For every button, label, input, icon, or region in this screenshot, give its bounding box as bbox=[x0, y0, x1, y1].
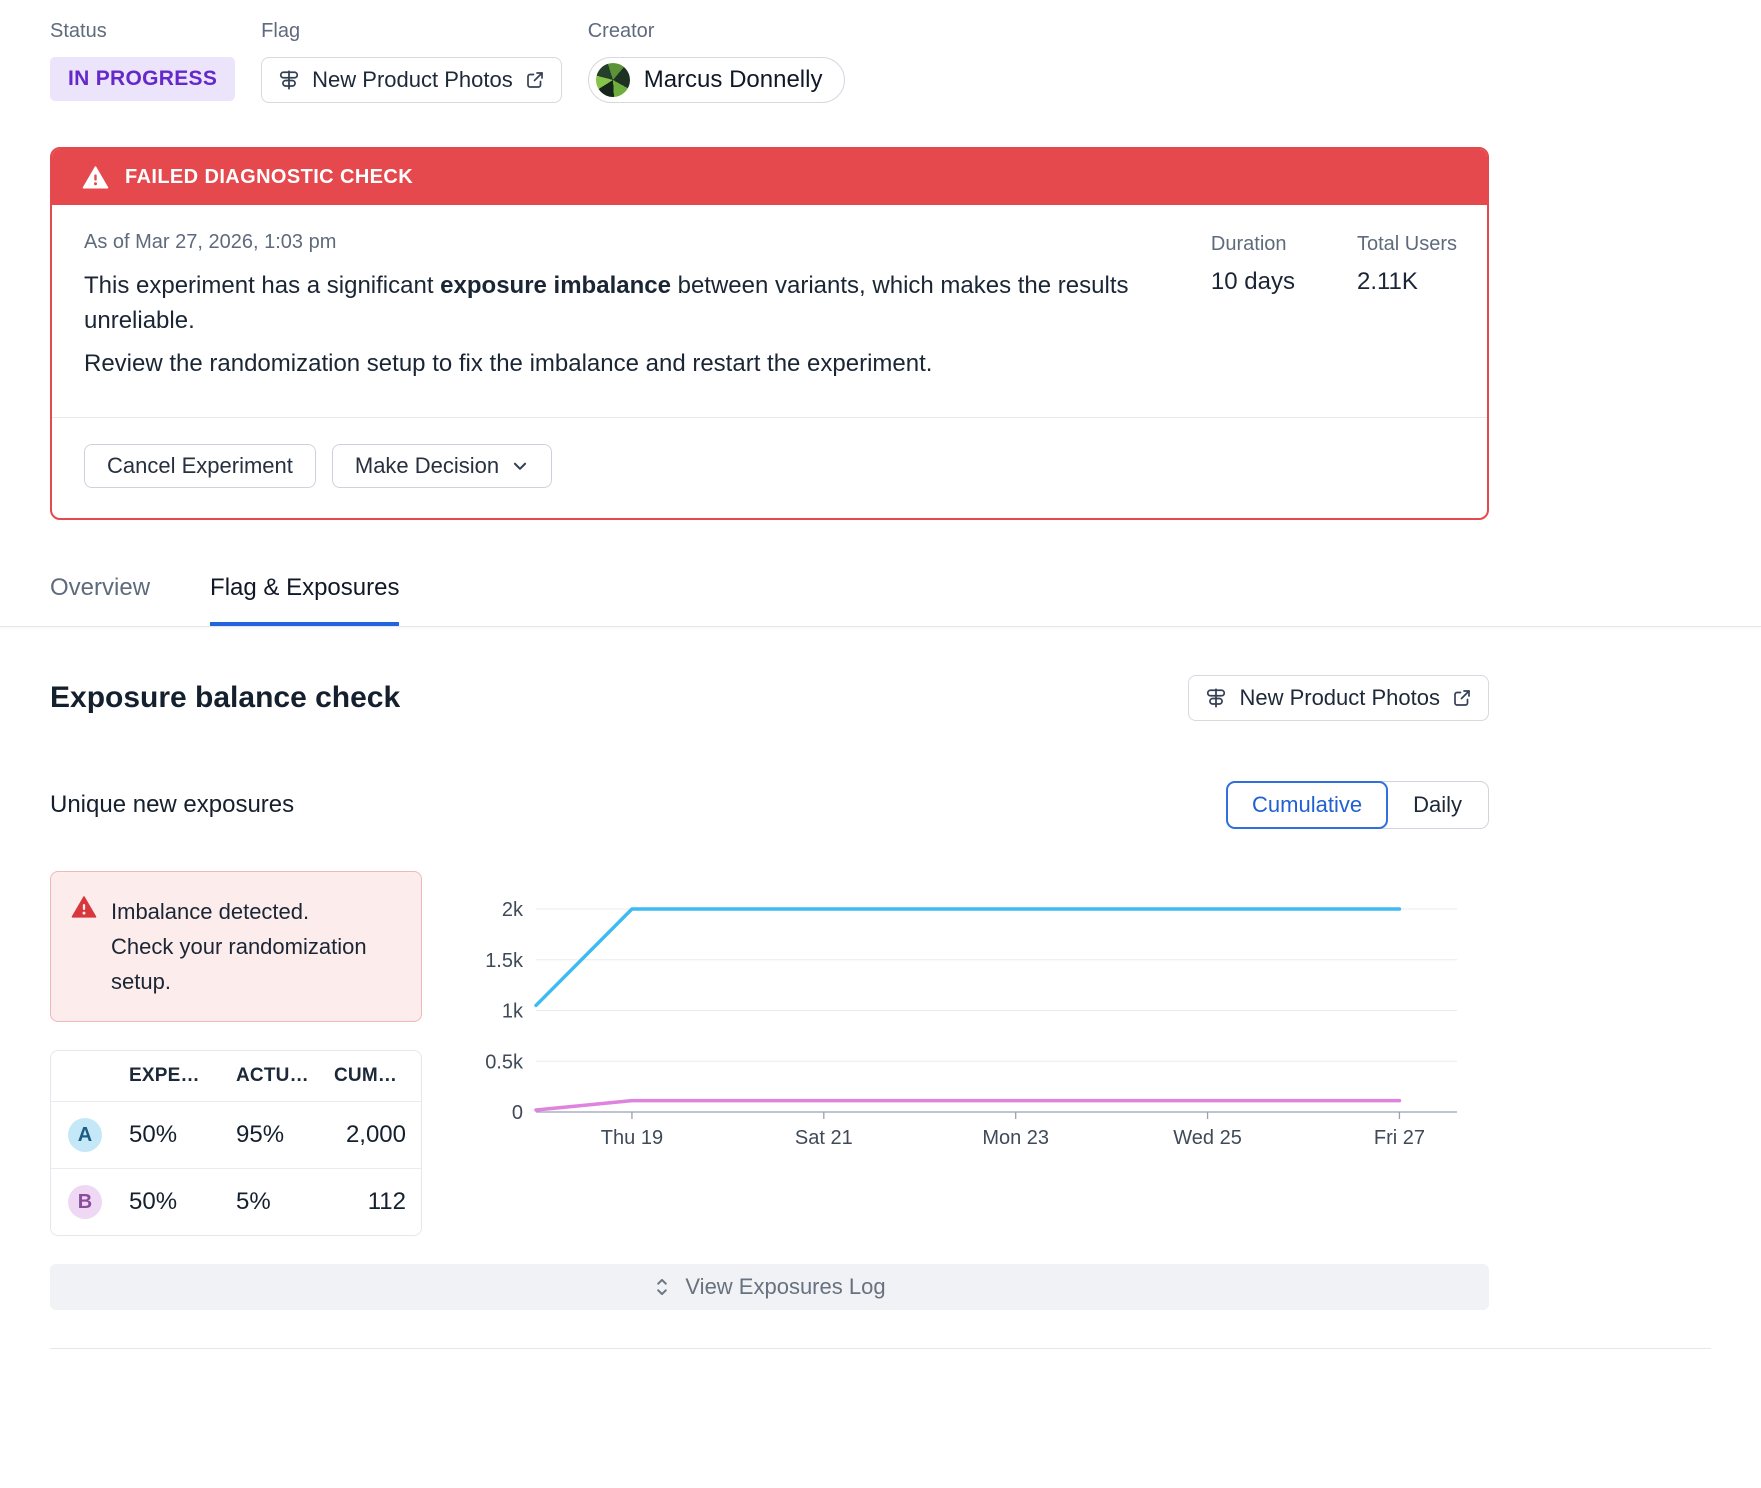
variant-b-cumulative: 112 bbox=[334, 1188, 421, 1216]
chart-header: Unique new exposures Cumulative Daily bbox=[50, 781, 1489, 829]
status-badge: IN PROGRESS bbox=[50, 57, 235, 101]
flag-meta: Flag New Product Photos bbox=[261, 20, 562, 103]
alert-message-line2: Review the randomization setup to fix th… bbox=[84, 346, 1154, 381]
variant-a-cumulative: 2,000 bbox=[334, 1121, 421, 1149]
status-meta: Status IN PROGRESS bbox=[50, 20, 235, 101]
alert-title: FAILED DIAGNOSTIC CHECK bbox=[125, 166, 413, 189]
view-exposures-log-button[interactable]: View Exposures Log bbox=[50, 1264, 1489, 1310]
exposure-grid: Imbalance detected. Check your randomiza… bbox=[50, 871, 1489, 1236]
unfold-icon bbox=[653, 1275, 671, 1299]
svg-text:Sat 21: Sat 21 bbox=[795, 1127, 853, 1149]
flag-link-button-secondary[interactable]: New Product Photos bbox=[1188, 675, 1489, 721]
creator-label: Creator bbox=[588, 20, 846, 43]
exposure-table-header: EXPE… ACTU… CUM… bbox=[51, 1051, 421, 1102]
chevron-down-icon bbox=[511, 457, 529, 475]
alert-content: As of Mar 27, 2026, 1:03 pm This experim… bbox=[52, 205, 1487, 417]
alert-timestamp: As of Mar 27, 2026, 1:03 pm bbox=[84, 231, 1154, 254]
tab-flag-exposures[interactable]: Flag & Exposures bbox=[210, 574, 399, 626]
creator-chip[interactable]: Marcus Donnelly bbox=[588, 57, 846, 103]
cumulative-column-header: CUM… bbox=[334, 1065, 421, 1087]
alert-stats: Duration 10 days Total Users 2.11K bbox=[1211, 231, 1457, 389]
flag-icon bbox=[278, 69, 300, 91]
status-label: Status bbox=[50, 20, 235, 43]
imbalance-line2: Check your randomization setup. bbox=[111, 934, 367, 994]
chart-title: Unique new exposures bbox=[50, 791, 294, 819]
imbalance-line1: Imbalance detected. bbox=[111, 899, 309, 924]
svg-text:Thu 19: Thu 19 bbox=[601, 1127, 663, 1149]
variant-b-actual: 5% bbox=[236, 1188, 334, 1216]
cumulative-daily-toggle: Cumulative Daily bbox=[1226, 781, 1489, 829]
svg-text:1k: 1k bbox=[502, 1001, 524, 1023]
imbalance-message: Imbalance detected. Check your randomiza… bbox=[111, 894, 401, 999]
total-users-label: Total Users bbox=[1357, 233, 1457, 256]
table-row-variant-b: B 50% 5% 112 bbox=[51, 1168, 421, 1235]
svg-text:2k: 2k bbox=[502, 899, 524, 921]
duration-stat: Duration 10 days bbox=[1211, 233, 1295, 389]
flag-label: Flag bbox=[261, 20, 562, 43]
section-header: Exposure balance check New Product Photo… bbox=[50, 675, 1489, 721]
actual-column-header: ACTU… bbox=[236, 1065, 334, 1087]
toggle-daily[interactable]: Daily bbox=[1387, 782, 1488, 828]
toggle-cumulative[interactable]: Cumulative bbox=[1226, 781, 1388, 829]
flag-name: New Product Photos bbox=[312, 67, 513, 93]
duration-value: 10 days bbox=[1211, 268, 1295, 296]
duration-label: Duration bbox=[1211, 233, 1295, 256]
svg-text:1.5k: 1.5k bbox=[486, 950, 524, 972]
exposures-chart: 0 0.5k 1k 1.5k 2k Thu 19 Sat 21 Mon 23 Wed 25 Fri… bbox=[486, 887, 1485, 1159]
variant-a-badge: A bbox=[68, 1118, 102, 1152]
creator-name: Marcus Donnelly bbox=[644, 66, 823, 94]
creator-avatar bbox=[596, 63, 630, 97]
alert-actions: Cancel Experiment Make Decision bbox=[52, 417, 1487, 518]
make-decision-label: Make Decision bbox=[355, 453, 499, 479]
warning-icon bbox=[71, 894, 97, 920]
creator-meta: Creator Marcus Donnelly bbox=[588, 20, 846, 103]
svg-text:0.5k: 0.5k bbox=[486, 1051, 524, 1073]
total-users-value: 2.11K bbox=[1357, 268, 1457, 296]
tab-bar: Overview Flag & Exposures bbox=[50, 574, 1489, 626]
alert-header: FAILED DIAGNOSTIC CHECK bbox=[52, 149, 1487, 205]
flag-name: New Product Photos bbox=[1239, 685, 1440, 711]
alert-message: This experiment has a significant exposu… bbox=[84, 268, 1154, 338]
chart-area: 0 0.5k 1k 1.5k 2k Thu 19 Sat 21 Mon 23 Wed 25 Fri… bbox=[486, 871, 1489, 1159]
alert-text: As of Mar 27, 2026, 1:03 pm This experim… bbox=[84, 231, 1154, 389]
make-decision-button[interactable]: Make Decision bbox=[332, 444, 552, 488]
variant-a-actual: 95% bbox=[236, 1121, 334, 1149]
variant-a-expected: 50% bbox=[129, 1121, 236, 1149]
experiment-meta-row: Status IN PROGRESS Flag New Product Phot… bbox=[50, 0, 1489, 103]
alert-message-pre: This experiment has a significant bbox=[84, 272, 440, 299]
expected-column-header: EXPE… bbox=[129, 1065, 236, 1087]
failed-diagnostic-alert: FAILED DIAGNOSTIC CHECK As of Mar 27, 20… bbox=[50, 147, 1489, 520]
table-row-variant-a: A 50% 95% 2,000 bbox=[51, 1102, 421, 1168]
flag-link-button[interactable]: New Product Photos bbox=[261, 57, 562, 103]
svg-text:Fri 27: Fri 27 bbox=[1374, 1127, 1425, 1149]
variant-b-expected: 50% bbox=[129, 1188, 236, 1216]
warning-icon bbox=[82, 164, 109, 191]
variant-b-badge: B bbox=[68, 1185, 102, 1219]
exposure-table: EXPE… ACTU… CUM… A 50% 95% 2,000 B 50% 5… bbox=[50, 1050, 422, 1236]
page-title: Exposure balance check bbox=[50, 681, 400, 715]
alert-message-bold: exposure imbalance bbox=[440, 272, 671, 299]
imbalance-alert: Imbalance detected. Check your randomiza… bbox=[50, 871, 422, 1022]
svg-text:Mon 23: Mon 23 bbox=[982, 1127, 1049, 1149]
external-link-icon bbox=[525, 70, 545, 90]
svg-text:Wed 25: Wed 25 bbox=[1173, 1127, 1242, 1149]
tab-divider bbox=[0, 626, 1761, 627]
svg-text:0: 0 bbox=[512, 1102, 523, 1124]
experiment-page: Status IN PROGRESS Flag New Product Phot… bbox=[50, 0, 1489, 626]
cancel-experiment-button[interactable]: Cancel Experiment bbox=[84, 444, 316, 488]
exposure-summary-column: Imbalance detected. Check your randomiza… bbox=[50, 871, 422, 1236]
view-exposures-log-label: View Exposures Log bbox=[685, 1274, 885, 1300]
flag-icon bbox=[1205, 687, 1227, 709]
tab-overview[interactable]: Overview bbox=[50, 574, 150, 626]
total-users-stat: Total Users 2.11K bbox=[1357, 233, 1457, 389]
section-divider bbox=[50, 1348, 1711, 1349]
exposure-balance-section: Exposure balance check New Product Photo… bbox=[50, 675, 1489, 1349]
external-link-icon bbox=[1452, 688, 1472, 708]
